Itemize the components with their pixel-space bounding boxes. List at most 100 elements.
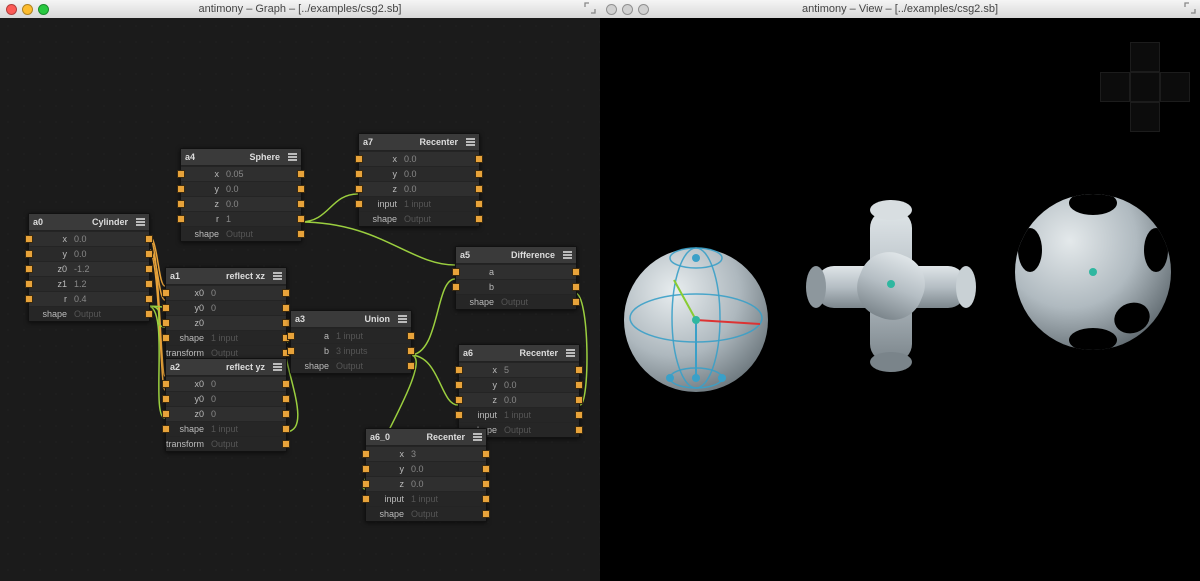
output-port[interactable] — [282, 304, 290, 312]
input-port[interactable] — [177, 185, 185, 193]
row-value[interactable]: 0.0 — [71, 234, 149, 244]
output-port[interactable] — [297, 230, 305, 238]
output-port[interactable] — [475, 200, 483, 208]
object-sphere-holes[interactable] — [1015, 191, 1171, 352]
view-titlebar[interactable]: antimony – View – [../examples/csg2.sb] — [600, 0, 1200, 19]
input-port[interactable] — [25, 235, 33, 243]
row-value[interactable]: 0.0 — [401, 169, 479, 179]
input-port[interactable] — [362, 495, 370, 503]
output-port[interactable] — [282, 289, 290, 297]
viewport-3d[interactable] — [600, 18, 1200, 581]
row-value[interactable]: 0 — [208, 409, 286, 419]
node-row[interactable]: y0.0 — [29, 246, 149, 261]
input-port[interactable] — [25, 280, 33, 288]
output-port[interactable] — [475, 155, 483, 163]
input-port[interactable] — [25, 295, 33, 303]
node-row[interactable]: shapeOutput — [181, 226, 301, 241]
node-row[interactable]: shapeOutput — [456, 294, 576, 309]
node-row[interactable]: shape1 input — [166, 421, 286, 436]
output-port[interactable] — [282, 395, 290, 403]
node-row[interactable]: shape1 input — [166, 330, 286, 345]
input-port[interactable] — [177, 215, 185, 223]
node-row[interactable]: y0.0 — [366, 461, 486, 476]
output-port[interactable] — [297, 185, 305, 193]
node-a4[interactable]: a4Spherex0.05y0.0z0.0r1shapeOutput — [180, 148, 302, 242]
input-port[interactable] — [162, 319, 170, 327]
output-port[interactable] — [407, 332, 415, 340]
node-row[interactable]: y00 — [166, 391, 286, 406]
node-header[interactable]: a1reflect xz — [166, 268, 286, 285]
node-row[interactable]: shapeOutput — [29, 306, 149, 321]
object-cylinder-cross[interactable] — [806, 200, 976, 372]
row-value[interactable]: Output — [208, 348, 286, 358]
output-port[interactable] — [145, 265, 153, 273]
output-port[interactable] — [482, 510, 490, 518]
menu-icon[interactable] — [273, 363, 282, 371]
menu-icon[interactable] — [136, 218, 145, 226]
input-port[interactable] — [362, 480, 370, 488]
row-value[interactable]: 1 input — [208, 424, 286, 434]
node-row[interactable]: x5 — [459, 362, 579, 377]
input-port[interactable] — [355, 155, 363, 163]
menu-icon[interactable] — [398, 315, 407, 323]
row-value[interactable]: 0 — [208, 394, 286, 404]
node-row[interactable]: shapeOutput — [359, 211, 479, 226]
output-port[interactable] — [407, 362, 415, 370]
row-value[interactable]: Output — [501, 425, 579, 435]
node-a5[interactable]: a5DifferenceabshapeOutput — [455, 246, 577, 310]
minimize-icon[interactable] — [22, 4, 33, 15]
node-row[interactable]: input1 input — [359, 196, 479, 211]
node-header[interactable]: a3Union — [291, 311, 411, 328]
row-value[interactable]: 0.0 — [408, 479, 486, 489]
node-a1[interactable]: a1reflect xzx00y00z0shape1 inputtransfor… — [165, 267, 287, 361]
node-row[interactable]: x0.0 — [359, 151, 479, 166]
input-port[interactable] — [452, 268, 460, 276]
node-a6[interactable]: a6Recenterx5y0.0z0.0input1 inputshapeOut… — [458, 344, 580, 438]
node-row[interactable]: z0.0 — [366, 476, 486, 491]
input-port[interactable] — [455, 366, 463, 374]
node-a3[interactable]: a3Uniona1 inputb3 inputsshapeOutput — [290, 310, 412, 374]
minimize-icon[interactable] — [622, 4, 633, 15]
node-header[interactable]: a6Recenter — [459, 345, 579, 362]
input-port[interactable] — [287, 332, 295, 340]
menu-icon[interactable] — [563, 251, 572, 259]
row-value[interactable]: 0.0 — [401, 184, 479, 194]
output-port[interactable] — [572, 283, 580, 291]
input-port[interactable] — [177, 170, 185, 178]
input-port[interactable] — [162, 395, 170, 403]
output-port[interactable] — [482, 480, 490, 488]
row-value[interactable]: 1 input — [408, 494, 486, 504]
node-a7[interactable]: a7Recenterx0.0y0.0z0.0input1 inputshapeO… — [358, 133, 480, 227]
menu-icon[interactable] — [288, 153, 297, 161]
output-port[interactable] — [575, 411, 583, 419]
row-value[interactable]: 0.0 — [401, 154, 479, 164]
row-value[interactable]: 0.0 — [223, 184, 301, 194]
node-header[interactable]: a2reflect yz — [166, 359, 286, 376]
menu-icon[interactable] — [466, 138, 475, 146]
input-port[interactable] — [362, 465, 370, 473]
output-port[interactable] — [282, 440, 290, 448]
close-icon[interactable] — [606, 4, 617, 15]
node-row[interactable]: transformOutput — [166, 436, 286, 451]
node-row[interactable]: z0.0 — [359, 181, 479, 196]
input-port[interactable] — [355, 170, 363, 178]
output-port[interactable] — [282, 425, 290, 433]
node-row[interactable]: y0.0 — [459, 377, 579, 392]
node-a2[interactable]: a2reflect yzx00y00z00shape1 inputtransfo… — [165, 358, 287, 452]
input-port[interactable] — [355, 185, 363, 193]
row-value[interactable]: 1.2 — [71, 279, 149, 289]
output-port[interactable] — [575, 366, 583, 374]
graph-canvas[interactable]: a0Cylinderx0.0y0.0z0-1.2z11.2r0.4shapeOu… — [0, 18, 600, 581]
object-sphere-left[interactable] — [624, 248, 768, 392]
input-port[interactable] — [355, 200, 363, 208]
row-value[interactable]: -1.2 — [71, 264, 149, 274]
row-value[interactable]: 0.0 — [223, 199, 301, 209]
node-row[interactable]: y0.0 — [359, 166, 479, 181]
row-value[interactable]: Output — [408, 509, 486, 519]
row-value[interactable]: 3 — [408, 449, 486, 459]
row-value[interactable]: 0.0 — [501, 380, 579, 390]
output-port[interactable] — [282, 380, 290, 388]
row-value[interactable]: 0.0 — [501, 395, 579, 405]
output-port[interactable] — [572, 268, 580, 276]
node-row[interactable]: y00 — [166, 300, 286, 315]
